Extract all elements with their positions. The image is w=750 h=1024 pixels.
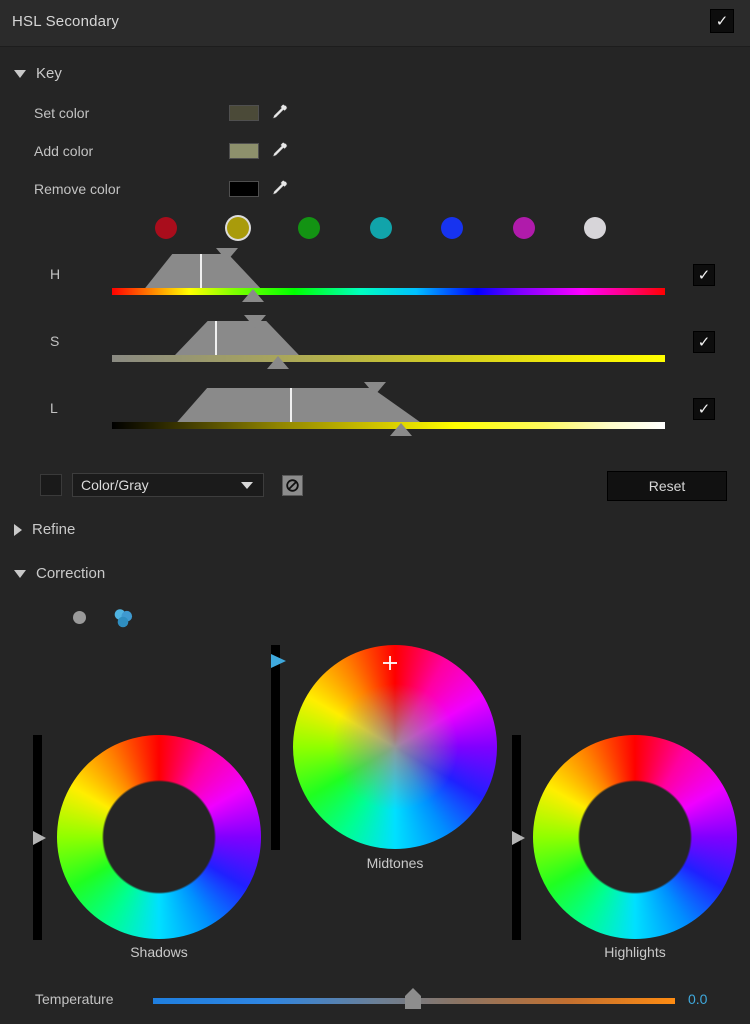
- highlights-wheel-ring[interactable]: [533, 735, 737, 939]
- three-circles-icon[interactable]: [112, 607, 134, 629]
- temperature-slider-handle[interactable]: [404, 988, 422, 1010]
- qualifier-position-handle-h[interactable]: [242, 289, 264, 302]
- triangle-right-icon: [14, 523, 22, 536]
- preset-color-dot-red[interactable]: [155, 217, 177, 239]
- color-gray-dropdown[interactable]: Color/Gray: [72, 473, 264, 497]
- hsl-secondary-enable-checkbox[interactable]: ✓: [710, 9, 734, 33]
- temperature-value: 0.0: [688, 991, 708, 1007]
- set-color-swatch[interactable]: [229, 105, 259, 121]
- checkmark-icon: ✓: [697, 400, 711, 418]
- preset-color-dot-yellow[interactable]: [226, 217, 249, 239]
- section-header-correction[interactable]: Correction: [14, 565, 105, 582]
- reset-button-label: Reset: [648, 478, 686, 494]
- triangle-down-icon: [14, 69, 26, 78]
- eyedropper-icon[interactable]: [267, 141, 289, 161]
- luma-bar: [112, 422, 665, 429]
- remove-color-swatch[interactable]: [229, 181, 259, 197]
- qualifier-position-handle-l[interactable]: [389, 423, 412, 436]
- circle-icon[interactable]: [73, 611, 86, 624]
- shadows-luma-slider-handle[interactable]: [33, 830, 46, 845]
- checkmark-icon: ✓: [697, 266, 711, 284]
- eyedropper-icon[interactable]: [267, 179, 289, 199]
- highlights-color-wheel[interactable]: [533, 735, 737, 939]
- checkmark-icon: ✓: [697, 333, 711, 351]
- preset-color-dot-magenta[interactable]: [512, 217, 535, 239]
- section-refine-label: Refine: [32, 521, 76, 538]
- qualifier-range-shape-s[interactable]: [175, 321, 299, 355]
- qualifier-range-shape-h[interactable]: [145, 254, 261, 288]
- add-color-swatch[interactable]: [229, 143, 259, 159]
- chevron-down-icon: [241, 481, 253, 489]
- midtones-luma-slider-handle[interactable]: [271, 654, 286, 669]
- panel-titlebar: HSL Secondary ✓: [0, 0, 750, 47]
- qualifier-label-h: H: [50, 266, 61, 282]
- saturation-bar: [112, 355, 665, 362]
- qualifier-label-l: L: [50, 400, 58, 416]
- midtones-color-wheel[interactable]: [293, 645, 497, 849]
- qualifier-softness-handle-l[interactable]: [363, 382, 386, 395]
- output-color-swatch[interactable]: [40, 474, 62, 496]
- qualifier-enable-checkbox-h[interactable]: ✓: [693, 264, 715, 286]
- preset-color-dot-white[interactable]: [584, 217, 606, 239]
- eyedropper-icon[interactable]: [267, 103, 289, 123]
- midtones-luma-slider-track[interactable]: [271, 645, 280, 850]
- temperature-label: Temperature: [35, 991, 114, 1007]
- key-row-remove-color: Remove color: [34, 178, 289, 200]
- qualifier-slider-h[interactable]: [112, 248, 665, 302]
- shadows-wheel-label: Shadows: [130, 944, 188, 960]
- preset-color-dot-cyan[interactable]: [369, 217, 392, 239]
- qualifier-enable-checkbox-s[interactable]: ✓: [693, 331, 715, 353]
- highlights-luma-slider-handle[interactable]: [512, 830, 525, 845]
- null-slash-icon: [286, 479, 299, 492]
- highlights-wheel-label: Highlights: [604, 944, 666, 960]
- qualifier-position-handle-s[interactable]: [266, 356, 289, 369]
- reset-button[interactable]: Reset: [607, 471, 727, 501]
- preset-color-dots: [155, 217, 630, 243]
- section-header-key[interactable]: Key: [14, 65, 62, 82]
- section-key-label: Key: [36, 65, 62, 82]
- add-color-label: Add color: [34, 143, 94, 159]
- remove-color-label: Remove color: [34, 181, 121, 197]
- preset-color-dot-green[interactable]: [298, 217, 320, 239]
- invert-key-button[interactable]: [282, 475, 303, 496]
- qualifier-center-line-h: [199, 254, 202, 288]
- midtones-wheel-disc[interactable]: [293, 645, 497, 849]
- qualifier-slider-s[interactable]: [112, 315, 665, 369]
- color-gray-dropdown-value: Color/Gray: [81, 477, 149, 493]
- set-color-label: Set color: [34, 105, 90, 121]
- triangle-down-icon: [14, 569, 26, 578]
- checkmark-icon: ✓: [715, 12, 729, 30]
- section-header-refine[interactable]: Refine: [14, 521, 75, 538]
- qualifier-slider-l[interactable]: [112, 382, 665, 436]
- preset-color-dot-blue[interactable]: [441, 217, 463, 239]
- qualifier-center-line-l: [290, 388, 293, 422]
- correction-mode-buttons: [70, 606, 150, 630]
- page-title: HSL Secondary: [12, 13, 120, 30]
- shadows-wheel-ring[interactable]: [57, 735, 261, 939]
- key-row-add-color: Add color: [34, 140, 289, 162]
- qualifier-label-s: S: [50, 333, 60, 349]
- qualifier-softness-handle-s[interactable]: [244, 315, 267, 328]
- key-row-set-color: Set color: [34, 102, 289, 124]
- qualifier-softness-handle-h[interactable]: [216, 248, 239, 261]
- hsl-secondary-panel: HSL Secondary ✓ Key Set color Add color …: [0, 0, 750, 1024]
- qualifier-enable-checkbox-l[interactable]: ✓: [693, 398, 715, 420]
- hue-spectrum-bar: [112, 288, 665, 295]
- shadows-color-wheel[interactable]: [57, 735, 261, 939]
- midtones-wheel-label: Midtones: [366, 855, 424, 871]
- crosshair-icon[interactable]: [382, 655, 398, 671]
- section-correction-label: Correction: [36, 565, 106, 582]
- qualifier-center-line-s: [214, 321, 217, 355]
